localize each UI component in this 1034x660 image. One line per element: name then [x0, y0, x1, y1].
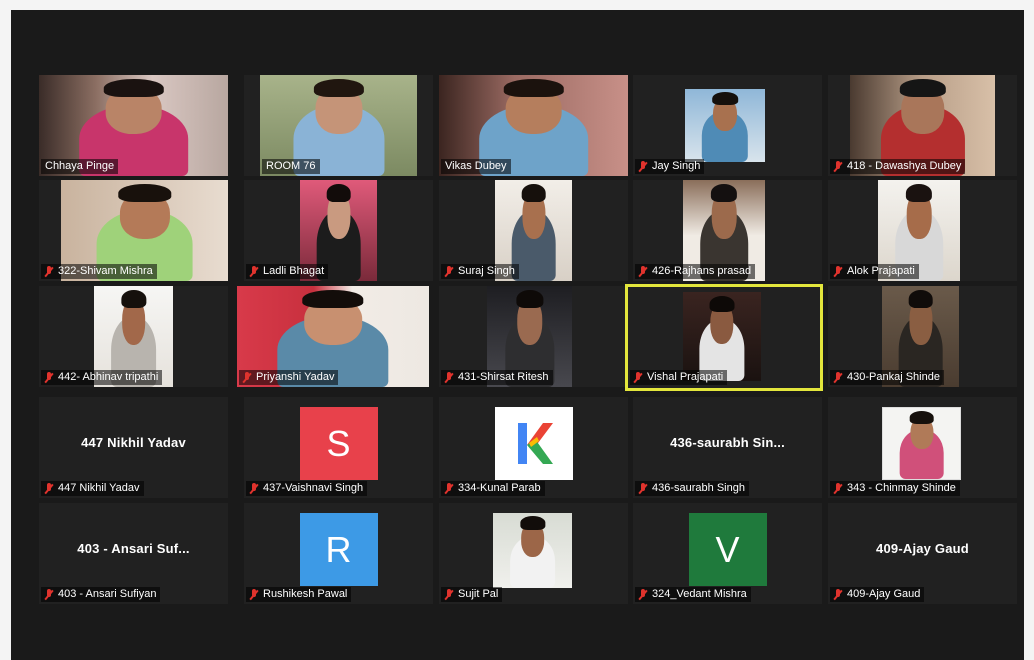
mic-muted-icon: [249, 588, 259, 601]
participant-display-name: 409-Ajay Gaud: [876, 541, 969, 556]
participant-tile[interactable]: 442- Abhinav tripathi: [39, 286, 228, 387]
avatar: S: [299, 407, 378, 480]
participant-tile[interactable]: 436-saurabh Sin... 436-saurabh Singh: [633, 397, 822, 498]
participant-tile[interactable]: 418 - Dawashya Dubey: [828, 75, 1017, 176]
participant-tile[interactable]: 343 - Chinmay Shinde: [828, 397, 1017, 498]
mic-muted-icon: [249, 265, 259, 278]
participant-name: 431-Shirsat Ritesh: [441, 370, 553, 385]
mic-muted-icon: [833, 160, 843, 173]
participant-tile[interactable]: ROOM 76: [244, 75, 433, 176]
mic-muted-icon: [444, 265, 454, 278]
participant-name: Alok Prajapati: [830, 264, 919, 279]
participant-tile[interactable]: R Rushikesh Pawal: [244, 503, 433, 604]
participant-name: 324_Vedant Mishra: [635, 587, 751, 602]
mic-muted-icon: [638, 482, 648, 495]
mic-muted-icon: [444, 371, 454, 384]
avatar: [494, 407, 573, 480]
participant-tile[interactable]: 403 - Ansari Suf... 403 - Ansari Sufiyan: [39, 503, 228, 604]
mic-muted-icon: [444, 482, 454, 495]
gallery-view: Chhaya Pinge ROOM 76 Vikas Dubey Jay Sin…: [11, 10, 1024, 660]
participant-tile[interactable]: 334-Kunal Parab: [439, 397, 628, 498]
participant-tile[interactable]: S 437-Vaishnavi Singh: [244, 397, 433, 498]
participant-tile[interactable]: Chhaya Pinge: [39, 75, 228, 176]
mic-muted-icon: [44, 371, 54, 384]
participant-name: Vishal Prajapati: [630, 370, 728, 385]
participant-name: 403 - Ansari Sufiyan: [41, 587, 161, 602]
mic-muted-icon: [833, 482, 843, 495]
participant-tile[interactable]: Ladli Bhagat: [244, 180, 433, 281]
mic-muted-icon: [833, 265, 843, 278]
participant-display-name: 403 - Ansari Suf...: [77, 541, 190, 556]
participant-tile-active-speaker[interactable]: Vishal Prajapati: [625, 284, 823, 391]
mic-muted-icon: [249, 482, 259, 495]
participant-name: Ladli Bhagat: [246, 264, 329, 279]
participant-name: Vikas Dubey: [441, 159, 511, 174]
participant-tile[interactable]: V 324_Vedant Mishra: [633, 503, 822, 604]
participant-name: 418 - Dawashya Dubey: [830, 159, 966, 174]
mic-muted-icon: [833, 371, 843, 384]
mic-muted-icon: [44, 482, 54, 495]
participant-tile[interactable]: Priyanshi Yadav: [237, 286, 429, 387]
mic-muted-icon: [633, 371, 643, 384]
video-feed: [882, 407, 961, 480]
avatar: R: [299, 513, 378, 586]
participant-tile[interactable]: 322-Shivam Mishra: [39, 180, 228, 281]
video-feed: [493, 513, 572, 588]
participant-name: 334-Kunal Parab: [441, 481, 545, 496]
mic-muted-icon: [44, 588, 54, 601]
participant-name: Suraj Singh: [441, 264, 519, 279]
participant-name: 430-Pankaj Shinde: [830, 370, 944, 385]
participant-name: Chhaya Pinge: [41, 159, 119, 174]
participant-tile[interactable]: 426-Rajhans prasad: [633, 180, 822, 281]
mic-muted-icon: [833, 588, 843, 601]
mic-muted-icon: [638, 265, 648, 278]
participant-tile[interactable]: Alok Prajapati: [828, 180, 1017, 281]
mic-muted-icon: [44, 265, 54, 278]
participant-name: Priyanshi Yadav: [239, 370, 339, 385]
participant-tile[interactable]: Sujit Pal: [439, 503, 628, 604]
mic-muted-icon: [444, 588, 454, 601]
participant-name: Rushikesh Pawal: [246, 587, 352, 602]
participant-name: 409-Ajay Gaud: [830, 587, 925, 602]
participant-tile[interactable]: 447 Nikhil Yadav 447 Nikhil Yadav: [39, 397, 228, 498]
participant-tile[interactable]: Jay Singh: [633, 75, 822, 176]
participant-tile[interactable]: 409-Ajay Gaud 409-Ajay Gaud: [828, 503, 1017, 604]
participant-name: 442- Abhinav tripathi: [41, 370, 163, 385]
participant-name: 343 - Chinmay Shinde: [830, 481, 960, 496]
participant-tile[interactable]: 430-Pankaj Shinde: [828, 286, 1017, 387]
mic-muted-icon: [638, 588, 648, 601]
mic-muted-icon: [242, 371, 252, 384]
participant-name: 322-Shivam Mishra: [41, 264, 157, 279]
video-feed: [683, 292, 761, 381]
video-feed: [685, 89, 765, 162]
participant-name: 437-Vaishnavi Singh: [246, 481, 368, 496]
k-logo-icon: [517, 423, 553, 464]
participant-name: 436-saurabh Singh: [635, 481, 749, 496]
participant-display-name: 436-saurabh Sin...: [670, 435, 785, 450]
participant-tile[interactable]: Suraj Singh: [439, 180, 628, 281]
participant-display-name: 447 Nikhil Yadav: [81, 435, 186, 450]
participant-name: Sujit Pal: [441, 587, 503, 602]
mic-muted-icon: [638, 160, 648, 173]
avatar: V: [688, 513, 767, 586]
participant-name: ROOM 76: [262, 159, 320, 174]
participant-name: 447 Nikhil Yadav: [41, 481, 144, 496]
participant-name: Jay Singh: [635, 159, 705, 174]
participant-name: 426-Rajhans prasad: [635, 264, 756, 279]
participant-tile[interactable]: 431-Shirsat Ritesh: [439, 286, 628, 387]
participant-tile[interactable]: Vikas Dubey: [439, 75, 628, 176]
